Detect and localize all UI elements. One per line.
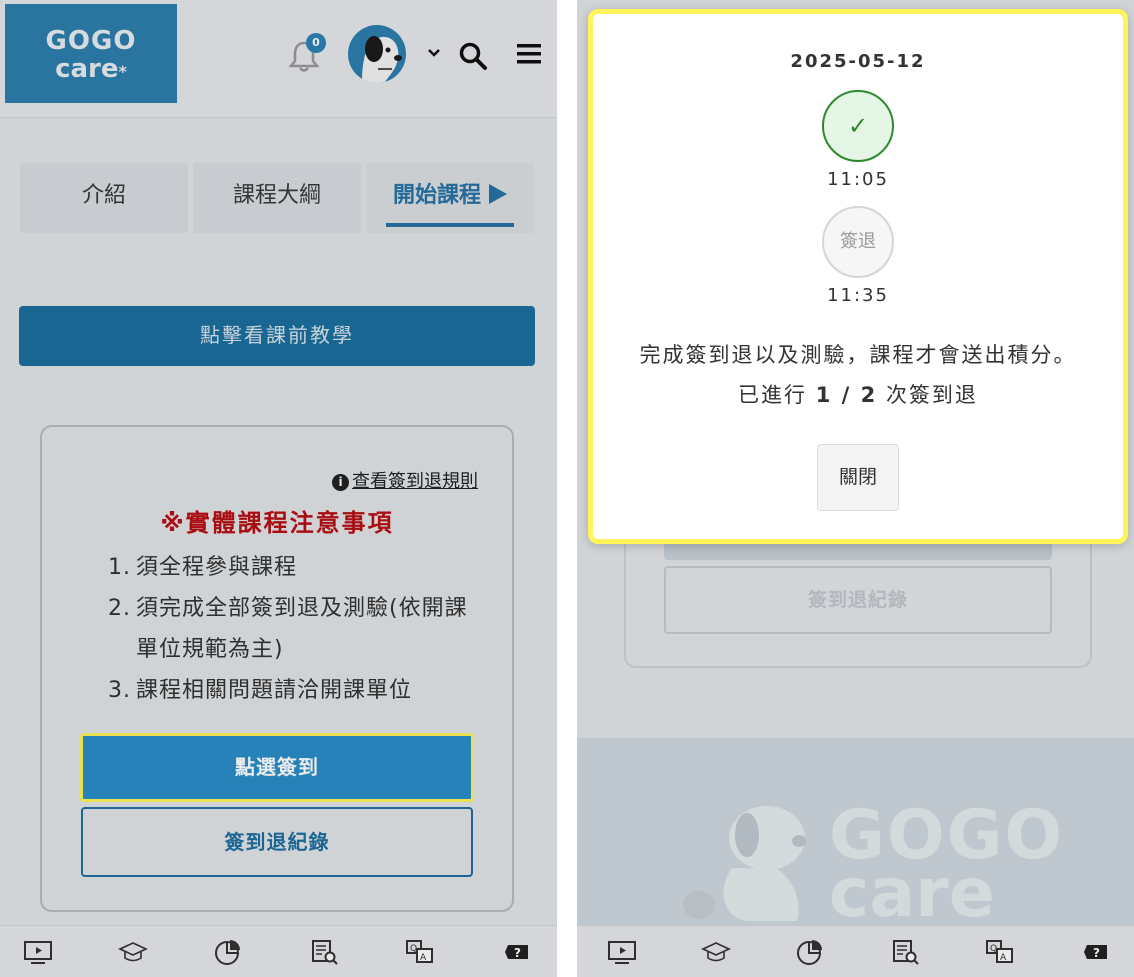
notification-badge: 0 — [306, 33, 326, 53]
graduation-cap-icon[interactable] — [701, 938, 731, 966]
tab-syllabus-label: 課程大綱 — [232, 183, 321, 208]
tv-icon[interactable] — [23, 938, 53, 966]
list-number: 3. — [108, 678, 131, 703]
left-screen: GOGO care* 0 介紹 課程大綱 開始課程 點擊看課前教學 i 查看簽到… — [0, 0, 557, 977]
avatar[interactable] — [348, 25, 406, 83]
qa-icon[interactable]: QA — [985, 938, 1015, 966]
tv-icon[interactable] — [607, 938, 637, 966]
close-button[interactable]: 關閉 — [817, 444, 899, 511]
dog-mascot-icon — [683, 806, 806, 921]
svg-text:Q: Q — [990, 944, 997, 954]
qa-icon[interactable]: QA — [405, 938, 435, 966]
tab-start-course[interactable]: 開始課程 — [366, 163, 534, 233]
bottom-nav: QA ? — [0, 925, 557, 977]
checkin-rules-link[interactable]: i 查看簽到退規則 — [332, 467, 478, 493]
progress-value: 1 / 2 — [815, 383, 878, 407]
list-number: 1. — [108, 555, 131, 580]
svg-text:?: ? — [1093, 946, 1100, 960]
checkout-time: 11:35 — [827, 285, 889, 306]
svg-text:A: A — [420, 953, 427, 963]
svg-text:?: ? — [514, 946, 521, 960]
search-icon[interactable] — [458, 41, 488, 71]
attendance-modal: 2025-05-12 ✓ 11:05 簽退 11:35 完成簽到退以及測驗，課程… — [588, 9, 1128, 544]
progress-prefix: 已進行 — [738, 383, 808, 407]
hamburger-menu-icon[interactable] — [516, 42, 542, 66]
list-item: 3. 課程相關問題請洽開課單位 — [108, 670, 478, 711]
info-icon: i — [332, 474, 349, 491]
modal-message: 完成簽到退以及測驗，課程才會送出積分。 — [639, 343, 1077, 367]
svg-text:A: A — [1000, 953, 1007, 963]
play-icon — [489, 184, 507, 204]
progress-suffix: 次簽到退 — [885, 383, 978, 407]
active-tab-underline — [386, 223, 514, 227]
help-ticket-icon[interactable]: ? — [502, 938, 532, 966]
checkin-time: 11:05 — [827, 169, 889, 190]
gogo-care-logo[interactable]: GOGO care* — [5, 4, 177, 103]
modal-date: 2025-05-12 — [790, 51, 926, 72]
help-ticket-icon[interactable]: ? — [1081, 938, 1111, 966]
list-item: 1. 須全程參與課程 — [108, 547, 478, 588]
tab-syllabus[interactable]: 課程大綱 — [193, 163, 361, 233]
tab-intro-label: 介紹 — [81, 183, 126, 208]
rules-link-label: 查看簽到退規則 — [352, 471, 478, 492]
checkin-done-icon: ✓ — [822, 90, 894, 162]
graduation-cap-icon[interactable] — [118, 938, 148, 966]
list-number: 2. — [108, 596, 131, 621]
dog-avatar-icon — [362, 36, 402, 83]
tab-start-label: 開始課程 — [392, 183, 481, 208]
checkin-button[interactable]: 點選簽到 — [80, 733, 474, 802]
attendance-record-button-background: 簽到退紀錄 — [664, 566, 1052, 634]
list-text: 須完成全部簽到退及測驗(依開課單位規範為主) — [136, 596, 468, 662]
svg-text:Q: Q — [410, 944, 417, 954]
pie-chart-icon[interactable] — [213, 938, 243, 966]
checkout-status-circle: 簽退 — [822, 206, 894, 278]
tab-intro[interactable]: 介紹 — [20, 163, 188, 233]
chevron-down-icon[interactable] — [426, 45, 442, 61]
modal-progress: 已進行 1 / 2 次簽到退 — [593, 379, 1123, 409]
footer-logo-word-2: care — [829, 854, 995, 933]
notice-list: 1. 須全程參與課程 2. 須完成全部簽到退及測驗(依開課單位規範為主) 3. 課程相… — [108, 547, 478, 711]
pie-chart-icon[interactable] — [795, 938, 825, 966]
logo-word-2: care* — [55, 54, 127, 84]
pre-course-tutorial-button[interactable]: 點擊看課前教學 — [19, 306, 535, 366]
logo-word-1: GOGO — [45, 26, 137, 56]
attendance-record-button[interactable]: 簽到退紀錄 — [81, 807, 473, 877]
app-header: GOGO care* 0 — [0, 0, 557, 118]
bottom-nav: QA ? — [577, 925, 1134, 977]
document-search-icon[interactable] — [891, 938, 921, 966]
list-item: 2. 須完成全部簽到退及測驗(依開課單位規範為主) — [108, 588, 478, 670]
list-text: 須全程參與課程 — [136, 555, 298, 580]
footer-banner: GOGO care — [577, 738, 1134, 933]
document-search-icon[interactable] — [310, 938, 340, 966]
right-screen: 簽到退紀錄 GOGO care QA ? 2025-05-12 ✓ 11:05 … — [577, 0, 1134, 977]
notice-title: ※實體課程注意事項 — [160, 509, 394, 537]
list-text: 課程相關問題請洽開課單位 — [136, 678, 413, 703]
